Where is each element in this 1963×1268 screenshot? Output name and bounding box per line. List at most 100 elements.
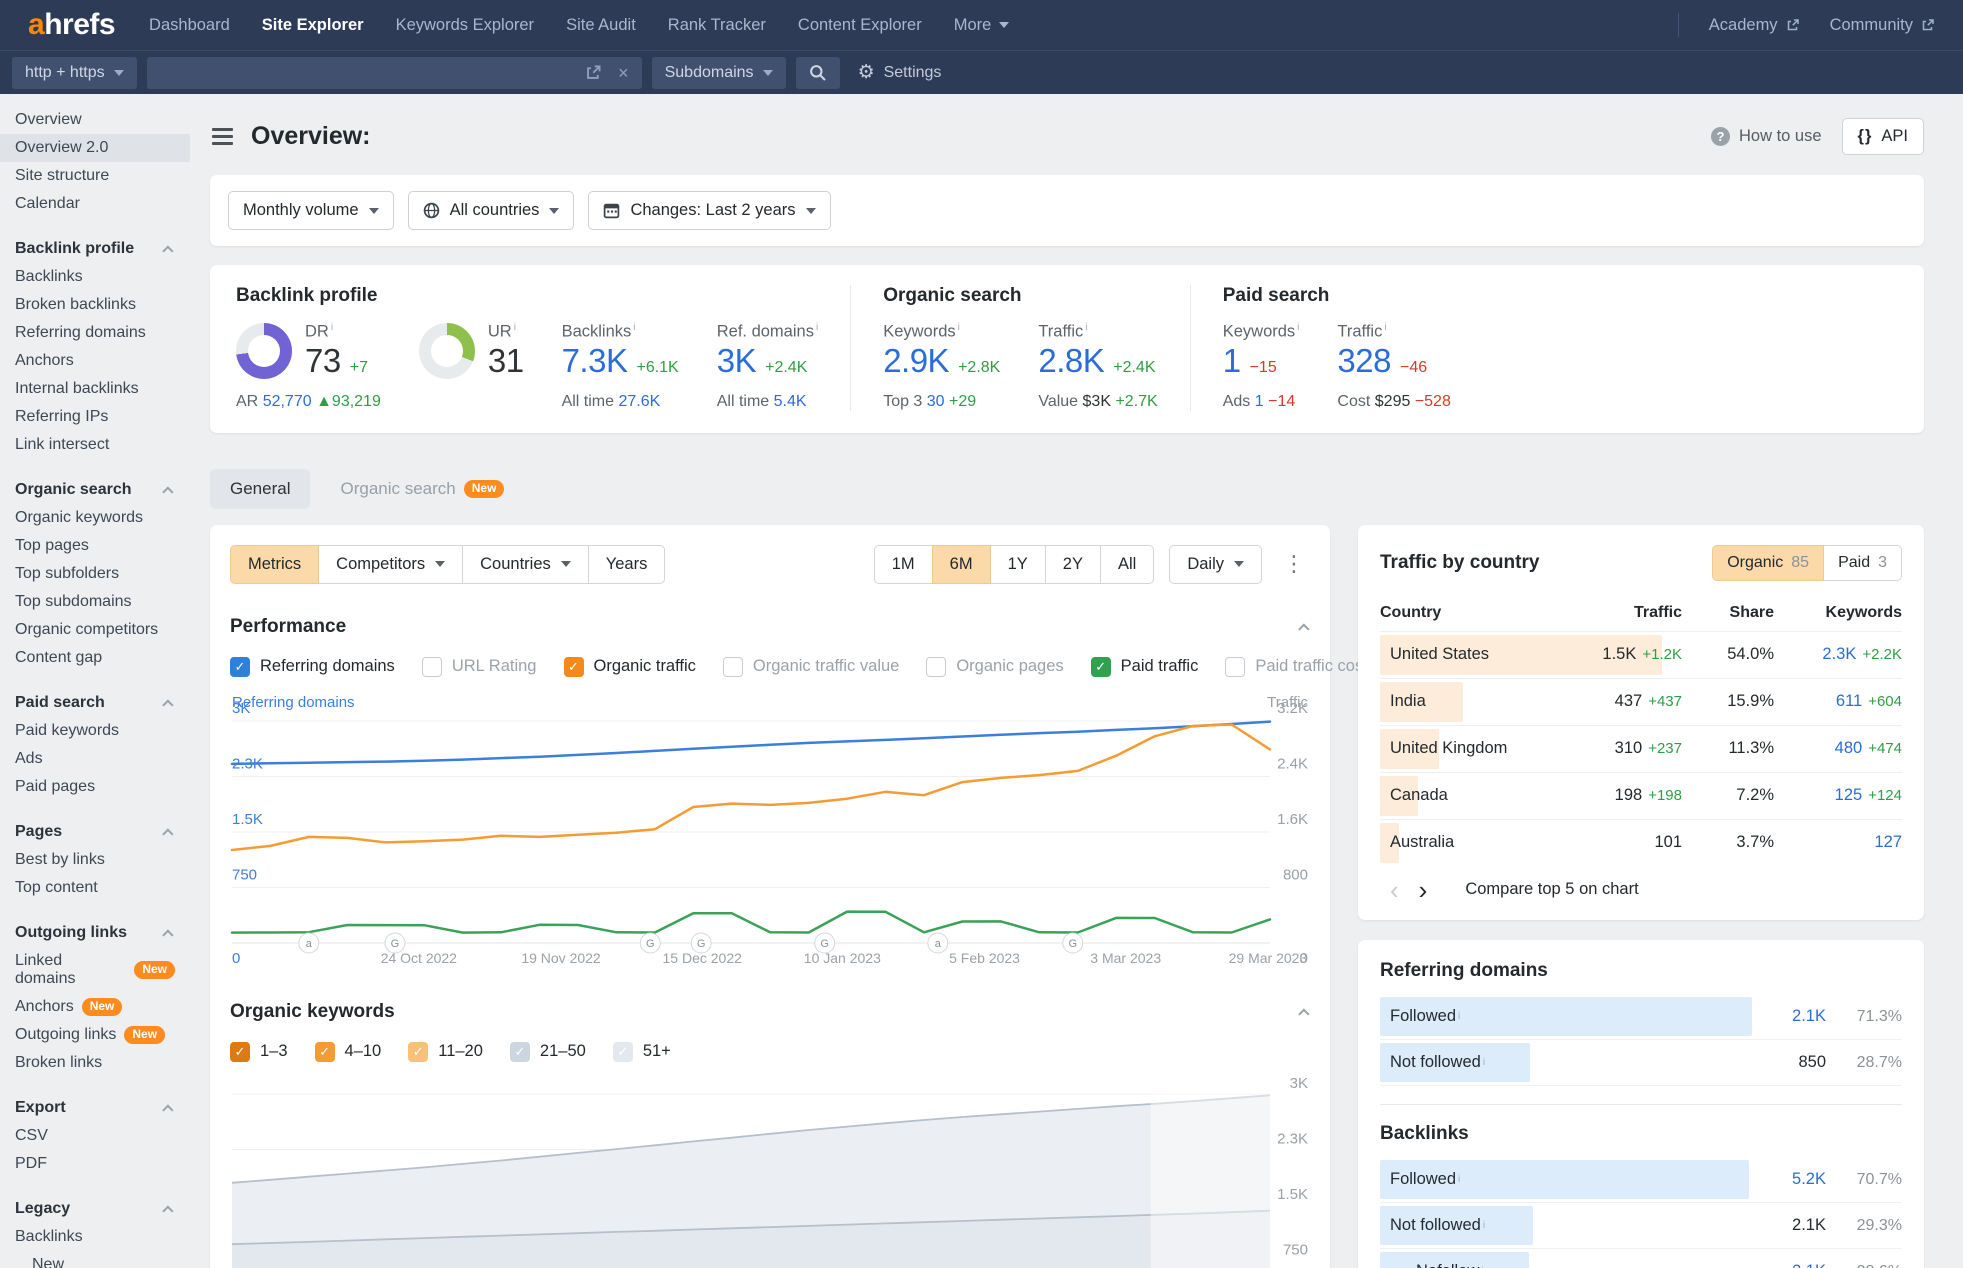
checkbox-1-3[interactable]: ✓1–3 <box>230 1042 288 1062</box>
toggle-paid[interactable]: Paid3 <box>1823 545 1902 581</box>
compare-top5-link[interactable]: Compare top 5 on chart <box>1465 880 1638 899</box>
info-icon[interactable]: i <box>1483 1220 1485 1231</box>
stat-bar-row[interactable]: Not followedi85028.7% <box>1380 1040 1902 1086</box>
sidebar-item-top-pages[interactable]: Top pages <box>0 532 190 560</box>
checkbox-organic-traffic[interactable]: ✓Organic traffic <box>564 657 696 677</box>
chevron-right-icon[interactable]: › <box>1409 880 1438 901</box>
nav-item-more[interactable]: More <box>954 16 1010 35</box>
control-competitors[interactable]: Competitors <box>318 545 463 584</box>
sidebar-item-paid-keywords[interactable]: Paid keywords <box>0 717 190 745</box>
info-icon[interactable]: i <box>1297 322 1299 333</box>
checkbox-referring-domains[interactable]: ✓Referring domains <box>230 657 395 677</box>
info-icon[interactable]: i <box>1483 1057 1485 1068</box>
column-header-traffic[interactable]: Traffic <box>1564 604 1682 622</box>
chart-marker-G[interactable]: G <box>1063 933 1083 953</box>
checkbox-organic-pages[interactable]: Organic pages <box>926 657 1063 677</box>
chevron-up-icon[interactable] <box>1298 1008 1309 1019</box>
table-row[interactable]: United Kingdom310+23711.3%480+474 <box>1380 725 1902 772</box>
keywords-value[interactable]: 127 <box>1874 833 1902 851</box>
sidebar-item-backlinks[interactable]: Backlinks <box>0 1223 190 1251</box>
stat-bar-row[interactable]: Followedi2.1K71.3% <box>1380 994 1902 1040</box>
checkbox-21-50[interactable]: ✓21–50 <box>510 1042 586 1062</box>
table-row[interactable]: United States1.5K+1.2K54.0%2.3K+2.2K <box>1380 631 1902 678</box>
how-to-use-link[interactable]: ?How to use <box>1711 127 1822 146</box>
nav-item-content-explorer[interactable]: Content Explorer <box>798 16 922 35</box>
info-icon[interactable]: i <box>1458 1174 1460 1185</box>
search-button[interactable] <box>796 57 840 89</box>
control-metrics[interactable]: Metrics <box>230 545 319 584</box>
sidebar-item-referring-ips[interactable]: Referring IPs <box>0 403 190 431</box>
keywords-value[interactable]: 611 <box>1836 692 1862 710</box>
sidebar-item-overview-2-0[interactable]: Overview 2.0 <box>0 134 190 162</box>
granularity-dropdown[interactable]: Daily <box>1169 545 1262 584</box>
api-button[interactable]: {}API <box>1842 118 1924 155</box>
chart-marker-G[interactable]: G <box>691 933 711 953</box>
sidebar-item-paid-pages[interactable]: Paid pages <box>0 773 190 801</box>
nav-item-community[interactable]: Community <box>1830 16 1935 35</box>
info-icon[interactable]: i <box>514 322 516 333</box>
sidebar-item-pdf[interactable]: PDF <box>0 1150 190 1178</box>
checkbox-paid-traffic[interactable]: ✓Paid traffic <box>1091 657 1199 677</box>
column-header-keywords[interactable]: Keywords <box>1774 604 1902 622</box>
nav-item-site-explorer[interactable]: Site Explorer <box>262 16 364 35</box>
nav-item-site-audit[interactable]: Site Audit <box>566 16 636 35</box>
sidebar-item-top-subfolders[interactable]: Top subfolders <box>0 560 190 588</box>
stat-bar-row[interactable]: Not followedi2.1K29.3% <box>1380 1203 1902 1249</box>
nav-item-rank-tracker[interactable]: Rank Tracker <box>668 16 766 35</box>
sidebar-section-paid-search[interactable]: Paid search <box>0 689 190 717</box>
tab-organic-search[interactable]: Organic searchNew <box>320 469 524 509</box>
info-icon[interactable]: i <box>958 322 960 333</box>
filter-monthly-volume[interactable]: Monthly volume <box>228 191 394 230</box>
range-6m[interactable]: 6M <box>932 545 991 584</box>
clear-icon[interactable]: × <box>618 64 629 82</box>
checkbox-51[interactable]: ✓51+ <box>613 1042 671 1062</box>
checkbox-url-rating[interactable]: URL Rating <box>422 657 537 677</box>
info-icon[interactable]: i <box>1085 322 1087 333</box>
sidebar-item-backlinks[interactable]: Backlinks <box>0 263 190 291</box>
sidebar-item-ads[interactable]: Ads <box>0 745 190 773</box>
control-years[interactable]: Years <box>588 545 666 584</box>
paid-keywords-value[interactable]: 1 <box>1223 342 1241 380</box>
stat-bar-row[interactable]: Nofollowi2.1K28.6% <box>1380 1249 1902 1268</box>
chart-marker-a[interactable]: a <box>299 933 319 953</box>
toggle-organic[interactable]: Organic85 <box>1712 545 1824 581</box>
external-link-icon[interactable] <box>585 64 602 81</box>
keywords-value[interactable]: 480 <box>1835 739 1863 757</box>
sidebar-section-export[interactable]: Export <box>0 1094 190 1122</box>
filter-all-countries[interactable]: All countries <box>408 191 575 230</box>
column-header-share[interactable]: Share <box>1682 604 1774 622</box>
ar-value[interactable]: 52,770 <box>263 393 312 410</box>
filter-changes-last-2-years[interactable]: Changes: Last 2 years <box>588 191 830 230</box>
ref-domains-value[interactable]: 3K <box>717 342 756 380</box>
sidebar-item-overview[interactable]: Overview <box>0 106 190 134</box>
range-2y[interactable]: 2Y <box>1045 545 1101 584</box>
range-1y[interactable]: 1Y <box>990 545 1046 584</box>
control-countries[interactable]: Countries <box>462 545 589 584</box>
tab-general[interactable]: General <box>210 469 310 509</box>
info-icon[interactable]: i <box>1458 1011 1460 1022</box>
sidebar-section-legacy[interactable]: Legacy <box>0 1195 190 1223</box>
sidebar-item-anchors[interactable]: AnchorsNew <box>0 993 190 1021</box>
paid-traffic-value[interactable]: 328 <box>1337 342 1391 380</box>
table-row[interactable]: Canada198+1987.2%125+124 <box>1380 772 1902 819</box>
chevron-left-icon[interactable]: ‹ <box>1380 880 1409 901</box>
sidebar-item-csv[interactable]: CSV <box>0 1122 190 1150</box>
bar-row-value[interactable]: 5.2K <box>1792 1170 1826 1189</box>
chart-marker-G[interactable]: G <box>640 933 660 953</box>
sidebar-item-new[interactable]: New <box>0 1251 190 1268</box>
sidebar-item-top-content[interactable]: Top content <box>0 874 190 902</box>
sidebar-item-anchors[interactable]: Anchors <box>0 347 190 375</box>
sidebar-section-outgoing-links[interactable]: Outgoing links <box>0 919 190 947</box>
organic-traffic-value[interactable]: 2.8K <box>1038 342 1104 380</box>
table-row[interactable]: India437+43715.9%611+604 <box>1380 678 1902 725</box>
table-row[interactable]: Australia1013.7%127 <box>1380 819 1902 866</box>
sidebar-item-best-by-links[interactable]: Best by links <box>0 846 190 874</box>
nav-item-keywords-explorer[interactable]: Keywords Explorer <box>396 16 534 35</box>
protocol-dropdown[interactable]: http + https <box>12 57 137 89</box>
sidebar-item-internal-backlinks[interactable]: Internal backlinks <box>0 375 190 403</box>
nav-item-dashboard[interactable]: Dashboard <box>149 16 230 35</box>
bar-row-value[interactable]: 2.1K <box>1792 1007 1826 1026</box>
sidebar-item-broken-backlinks[interactable]: Broken backlinks <box>0 291 190 319</box>
checkbox-paid-traffic-cost[interactable]: Paid traffic cost <box>1225 657 1368 677</box>
sidebar-item-linked-domains[interactable]: Linked domainsNew <box>0 947 190 993</box>
